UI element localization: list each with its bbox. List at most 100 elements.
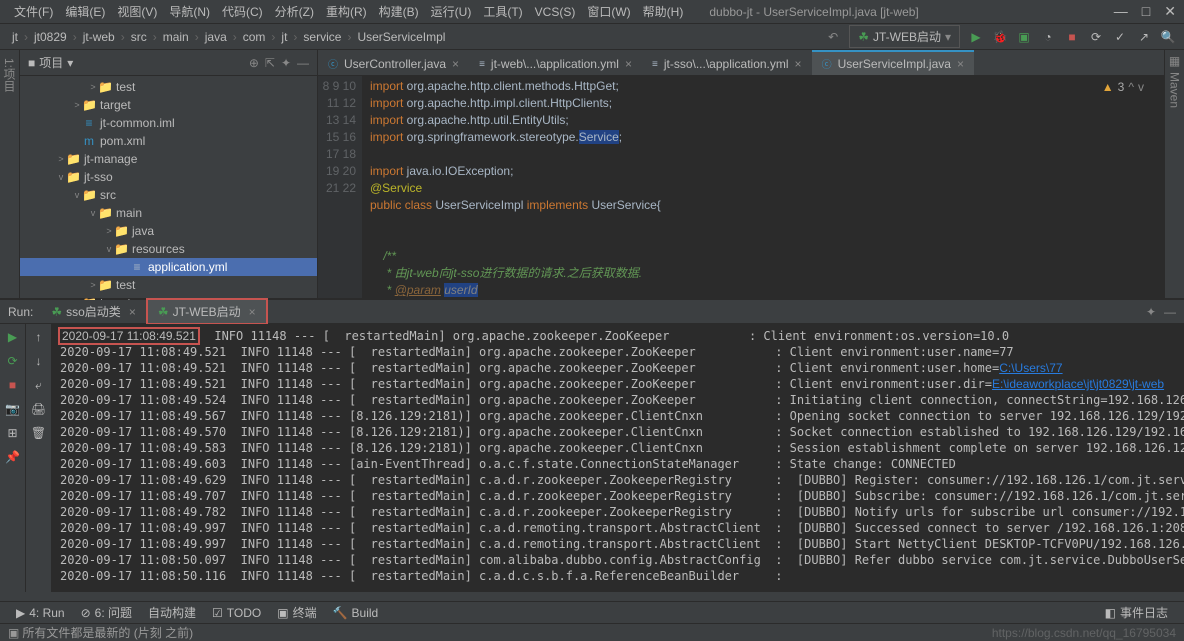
tree-node[interactable]: >📁jt-manage [20, 150, 317, 168]
editor-tab[interactable]: ≡jt-sso\...\application.yml× [642, 51, 812, 75]
warnings-indicator[interactable]: ▲ 3 ^ v [1102, 80, 1144, 94]
tree-node[interactable]: v📁src [20, 186, 317, 204]
editor-tab[interactable]: ≡jt-web\...\application.yml× [469, 51, 642, 75]
back-icon[interactable]: ↶ [825, 29, 841, 45]
problems-tab[interactable]: ⊘ 6: 问题 [73, 602, 140, 623]
crumb[interactable]: service [299, 30, 345, 44]
project-tool-tab[interactable]: 1:项目 [0, 54, 20, 96]
maven-tool-tab[interactable]: Maven [1166, 68, 1184, 112]
minimize-icon[interactable]: — [1114, 3, 1128, 20]
menu-refactor[interactable]: 重构(R) [320, 1, 373, 22]
rerun-icon[interactable]: ▶ [4, 328, 22, 346]
run-tab[interactable]: ▶ 4: Run [8, 604, 73, 622]
resume-icon[interactable]: ⟳ [4, 352, 22, 370]
tree-node[interactable]: >📁test [20, 78, 317, 96]
run-config-selector[interactable]: ☘ JT-WEB启动 ▾ [849, 25, 960, 48]
target-icon[interactable]: ⊕ [249, 56, 259, 70]
close-tab-icon[interactable]: × [452, 57, 459, 71]
crumb[interactable]: UserServiceImpl [353, 30, 449, 44]
run-tab-jtweb[interactable]: ☘ JT-WEB启动 × [146, 298, 268, 325]
build-tab[interactable]: 🔨 Build [325, 604, 387, 622]
crumb[interactable]: jt [8, 30, 22, 44]
camera-icon[interactable]: 📷 [4, 400, 22, 418]
editor-tabs[interactable]: ⓒUserController.java×≡jt-web\...\applica… [318, 50, 1164, 76]
crumb[interactable]: jt [277, 30, 291, 44]
run-tab-sso[interactable]: ☘ sso启动类 × [41, 300, 145, 323]
menu-analyze[interactable]: 分析(Z) [269, 1, 320, 22]
pin-icon[interactable]: 📌 [4, 448, 22, 466]
menu-tools[interactable]: 工具(T) [477, 1, 528, 22]
menu-view[interactable]: 视图(V) [111, 1, 163, 22]
project-tool-window: ■ 项目 ▾ ⊕ ⇱ ✦ — >📁test>📁target≡jt-common.… [20, 50, 318, 298]
crumb[interactable]: jt-web [79, 30, 119, 44]
terminal-tab[interactable]: ▣ 终端 [269, 602, 324, 623]
menu-file[interactable]: 文件(F) [8, 1, 59, 22]
layout-icon[interactable]: ⊞ [4, 424, 22, 442]
stop-icon[interactable]: ■ [1064, 29, 1080, 45]
menu-help[interactable]: 帮助(H) [637, 1, 690, 22]
git-push-icon[interactable]: ↗ [1136, 29, 1152, 45]
db-tool-icon[interactable]: ▦ [1169, 54, 1180, 68]
tree-node[interactable]: ≡application.yml [20, 258, 317, 276]
run-icon[interactable]: ▶ [968, 29, 984, 45]
tree-node[interactable]: v📁resources [20, 240, 317, 258]
editor-tab[interactable]: ⓒUserController.java× [318, 50, 469, 75]
tree-node[interactable]: ≡jt-common.iml [20, 114, 317, 132]
tree-node[interactable]: >📁target [20, 96, 317, 114]
menu-nav[interactable]: 导航(N) [163, 1, 216, 22]
autobuild-tab[interactable]: 自动构建 [140, 602, 204, 623]
console-output[interactable]: 2020-09-17 11:08:49.521 INFO 11148 --- [… [52, 324, 1184, 592]
print-icon[interactable]: 🖨 [30, 400, 48, 418]
down-icon[interactable]: ↓ [30, 352, 48, 370]
tree-node[interactable]: >📁test [20, 276, 317, 294]
coverage-icon[interactable]: ▣ [1016, 29, 1032, 45]
close-tab-icon[interactable]: × [957, 57, 964, 71]
tree-node[interactable]: mpom.xml [20, 132, 317, 150]
close-tab-icon[interactable]: × [129, 305, 136, 319]
profile-icon[interactable]: ◔ [1040, 29, 1056, 45]
watermark: https://blog.csdn.net/qq_16795034 [992, 626, 1176, 640]
wrap-icon[interactable]: ⤶ [30, 376, 48, 394]
close-tab-icon[interactable]: × [625, 57, 632, 71]
crumb[interactable]: main [159, 30, 193, 44]
spring-icon: ☘ [51, 305, 62, 319]
menu-build[interactable]: 构建(B) [373, 1, 425, 22]
crumb[interactable]: src [127, 30, 151, 44]
event-log-tab[interactable]: ◧ 事件日志 [1097, 602, 1176, 623]
clear-icon[interactable]: 🗑 [30, 424, 48, 442]
close-tab-icon[interactable]: × [249, 305, 256, 319]
todo-tab[interactable]: ☑ TODO [204, 604, 269, 622]
settings-icon[interactable]: ✦ [281, 56, 291, 70]
editor-tab[interactable]: ⓒUserServiceImpl.java× [812, 50, 974, 75]
tree-node[interactable]: >📁java [20, 222, 317, 240]
debug-icon[interactable]: 🐞 [992, 29, 1008, 45]
close-tab-icon[interactable]: × [795, 57, 802, 71]
hide-icon[interactable]: — [1164, 305, 1176, 319]
crumb[interactable]: jt0829 [30, 30, 71, 44]
breadcrumb[interactable]: jt›jt0829›jt-web›src›main›java›com›jt›se… [8, 30, 449, 44]
status-icon[interactable]: ▣ [8, 626, 19, 640]
settings-icon[interactable]: ✦ [1146, 305, 1156, 319]
maximize-icon[interactable]: □ [1142, 3, 1150, 20]
menu-window[interactable]: 窗口(W) [581, 1, 636, 22]
stop-icon[interactable]: ■ [4, 376, 22, 394]
run-label: Run: [0, 305, 41, 319]
menu-code[interactable]: 代码(C) [216, 1, 269, 22]
search-icon[interactable]: 🔍 [1160, 29, 1176, 45]
git-commit-icon[interactable]: ✓ [1112, 29, 1128, 45]
menu-vcs[interactable]: VCS(S) [529, 3, 582, 21]
menu-bar: 文件(F) 编辑(E) 视图(V) 导航(N) 代码(C) 分析(Z) 重构(R… [0, 0, 1184, 24]
close-icon[interactable]: ✕ [1164, 3, 1176, 20]
menu-edit[interactable]: 编辑(E) [59, 1, 111, 22]
collapse-icon[interactable]: ⇱ [265, 56, 275, 70]
project-view-selector[interactable]: ■ 项目 ▾ [28, 54, 73, 71]
crumb[interactable]: com [239, 30, 270, 44]
menu-run[interactable]: 运行(U) [425, 1, 478, 22]
up-icon[interactable]: ↑ [30, 328, 48, 346]
crumb[interactable]: java [201, 30, 231, 44]
hide-icon[interactable]: — [297, 56, 309, 70]
tree-node[interactable]: v📁main [20, 204, 317, 222]
git-update-icon[interactable]: ⟳ [1088, 29, 1104, 45]
tree-node[interactable]: v📁jt-sso [20, 168, 317, 186]
code-editor[interactable]: import org.apache.http.client.methods.Ht… [362, 76, 1164, 298]
